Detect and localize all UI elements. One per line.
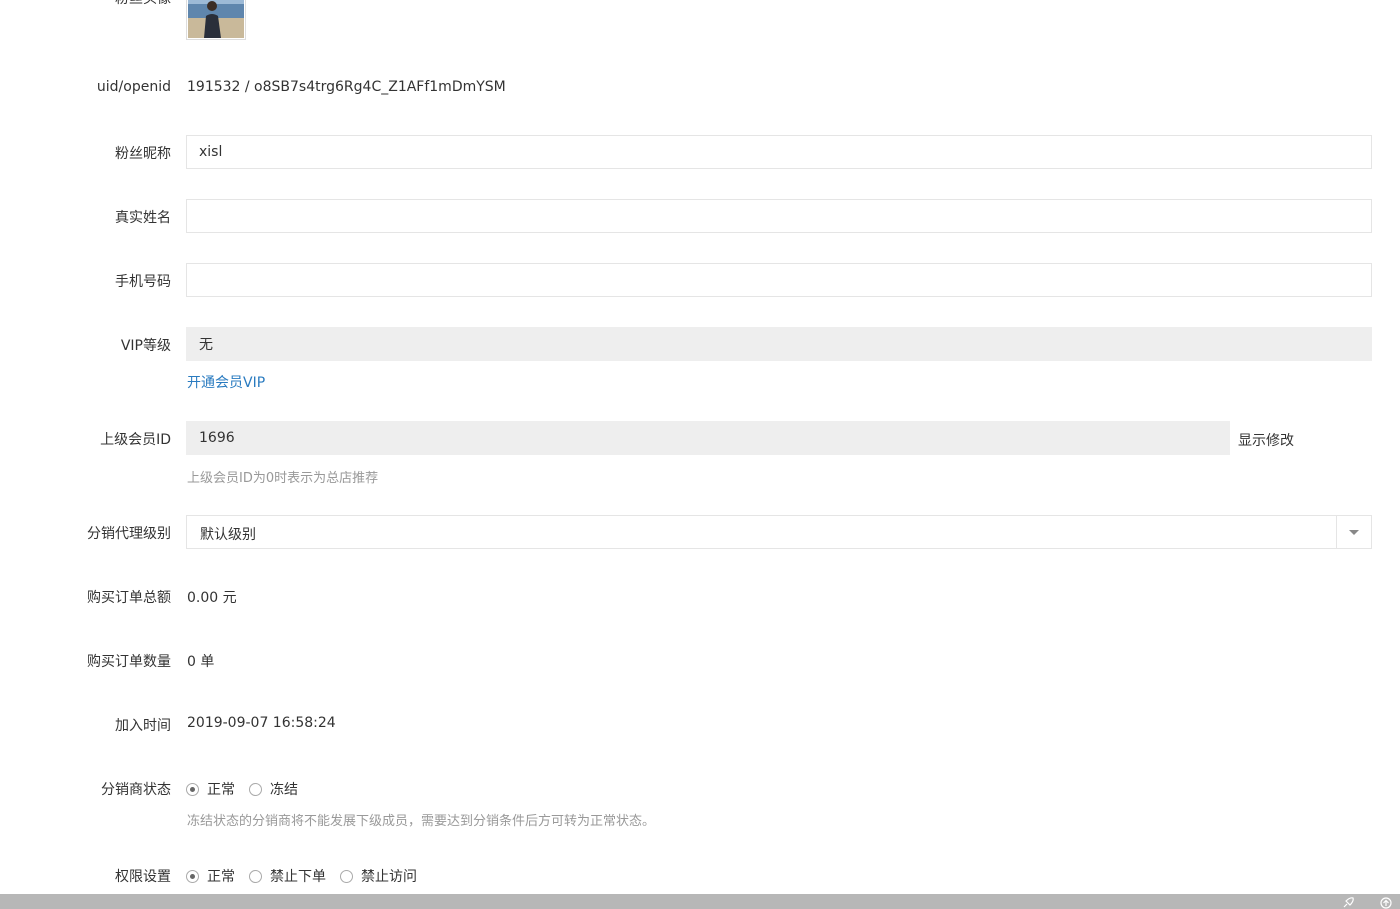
permission-normal-radio[interactable]: 正常: [186, 866, 235, 886]
radio-label: 冻结: [270, 782, 298, 798]
agent-level-label: 分销代理级别: [87, 526, 171, 542]
realname-input[interactable]: [186, 199, 1372, 233]
avatar[interactable]: [186, 0, 246, 40]
uid-value: 191532 / o8SB7s4trg6Rg4C_Z1AFf1mDmYSM: [187, 79, 506, 95]
agent-status-label: 分销商状态: [101, 782, 171, 798]
permission-label: 权限设置: [115, 869, 171, 885]
select-toggle[interactable]: [1336, 516, 1371, 548]
join-time-label: 加入时间: [115, 718, 171, 734]
avatar-label: 粉丝头像: [115, 0, 171, 8]
radio-unchecked-icon: [249, 782, 262, 796]
join-time-value: 2019-09-07 16:58:24: [187, 715, 336, 731]
agent-status-frozen-radio[interactable]: 冻结: [249, 779, 298, 799]
radio-checked-icon: [186, 869, 199, 883]
order-total-label: 购买订单总额: [87, 590, 171, 606]
mobile-input[interactable]: [186, 263, 1372, 297]
order-count-value: 0 单: [187, 654, 215, 670]
vip-level-input: [186, 327, 1372, 361]
radio-checked-icon: [186, 782, 199, 796]
parent-label: 上级会员ID: [100, 432, 171, 448]
nickname-input[interactable]: [186, 135, 1372, 169]
mobile-label: 手机号码: [115, 274, 171, 290]
realname-label: 真实姓名: [115, 210, 171, 226]
vip-label: VIP等级: [120, 338, 171, 354]
parent-id-input: [186, 421, 1230, 455]
agent-status-radios: 正常 冻结: [186, 779, 312, 799]
agent-level-select[interactable]: 默认级别: [186, 515, 1372, 549]
radio-unchecked-icon: [249, 869, 262, 883]
back-to-top-icon[interactable]: [1380, 897, 1392, 909]
radio-label: 禁止访问: [361, 869, 417, 885]
permission-radios: 正常 禁止下单 禁止访问: [186, 866, 431, 886]
agent-status-help: 冻结状态的分销商将不能发展下级成员，需要达到分销条件后方可转为正常状态。: [187, 814, 656, 829]
rocket-icon[interactable]: [1342, 897, 1354, 909]
uid-label: uid/openid: [96, 79, 171, 95]
permission-no-order-radio[interactable]: 禁止下单: [249, 866, 326, 886]
agent-level-selected: 默认级别: [200, 527, 256, 543]
order-total-value: 0.00 元: [187, 590, 237, 606]
parent-help: 上级会员ID为0时表示为总店推荐: [187, 471, 379, 486]
agent-status-normal-radio[interactable]: 正常: [186, 779, 235, 799]
chevron-down-icon: [1349, 530, 1359, 535]
permission-no-access-radio[interactable]: 禁止访问: [340, 866, 417, 886]
avatar-image: [188, 0, 244, 38]
radio-label: 正常: [207, 782, 235, 798]
order-count-label: 购买订单数量: [87, 654, 171, 670]
radio-label: 正常: [207, 869, 235, 885]
radio-label: 禁止下单: [270, 869, 326, 885]
open-vip-link[interactable]: 开通会员VIP: [187, 372, 265, 392]
show-edit-button[interactable]: 显示修改: [1238, 430, 1294, 450]
bottom-bar: [0, 894, 1400, 909]
nickname-label: 粉丝昵称: [115, 146, 171, 162]
radio-unchecked-icon: [340, 869, 353, 883]
